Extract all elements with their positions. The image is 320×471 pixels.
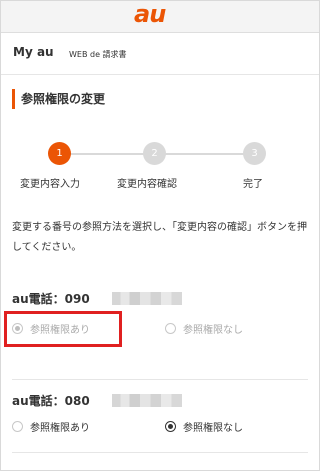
- bottom-divider: [12, 452, 308, 453]
- masked-number-080: [112, 394, 182, 407]
- radio-label: 参照権限あり: [30, 422, 90, 434]
- step-3-circle: 3: [243, 142, 266, 165]
- top-bar: au: [1, 0, 319, 33]
- masked-number-090: [112, 292, 182, 305]
- radio-group-080: 参照権限あり 参照権限なし: [12, 417, 312, 435]
- radio-unchecked-icon: [165, 322, 176, 334]
- radio-label: 参照権限なし: [183, 422, 243, 434]
- sub-navigation: My au WEB de 請求書: [1, 33, 319, 75]
- radio-unchecked-icon: [12, 420, 23, 432]
- highlight-box: [4, 311, 122, 347]
- radio-label: 参照権限なし: [183, 324, 243, 336]
- web-de-bill-link[interactable]: WEB de 請求書: [69, 49, 127, 60]
- radio-080-access-yes[interactable]: 参照権限あり: [12, 417, 90, 435]
- my-au-link[interactable]: My au: [13, 45, 54, 59]
- step-3-label: 完了: [243, 179, 263, 190]
- au-logo[interactable]: au: [134, 0, 166, 28]
- phone-line-080-label: au電話：080: [12, 394, 90, 408]
- radio-090-access-no[interactable]: 参照権限なし: [165, 319, 243, 337]
- step-1-label: 変更内容入力: [20, 179, 80, 190]
- radio-checked-icon: [165, 420, 176, 432]
- radio-080-access-no[interactable]: 参照権限なし: [165, 417, 243, 435]
- step-2-label: 変更内容確認: [117, 179, 177, 190]
- section-divider: [12, 379, 308, 380]
- page-title: 参照権限の変更: [12, 89, 105, 109]
- step-2-circle: 2: [143, 142, 166, 165]
- phone-line-090-label: au電話：090: [12, 292, 90, 306]
- instruction-text: 変更する番号の参照方法を選択し、「変更内容の確認」ボタンを押してください。: [12, 222, 307, 253]
- step-1-circle: 1: [48, 142, 71, 165]
